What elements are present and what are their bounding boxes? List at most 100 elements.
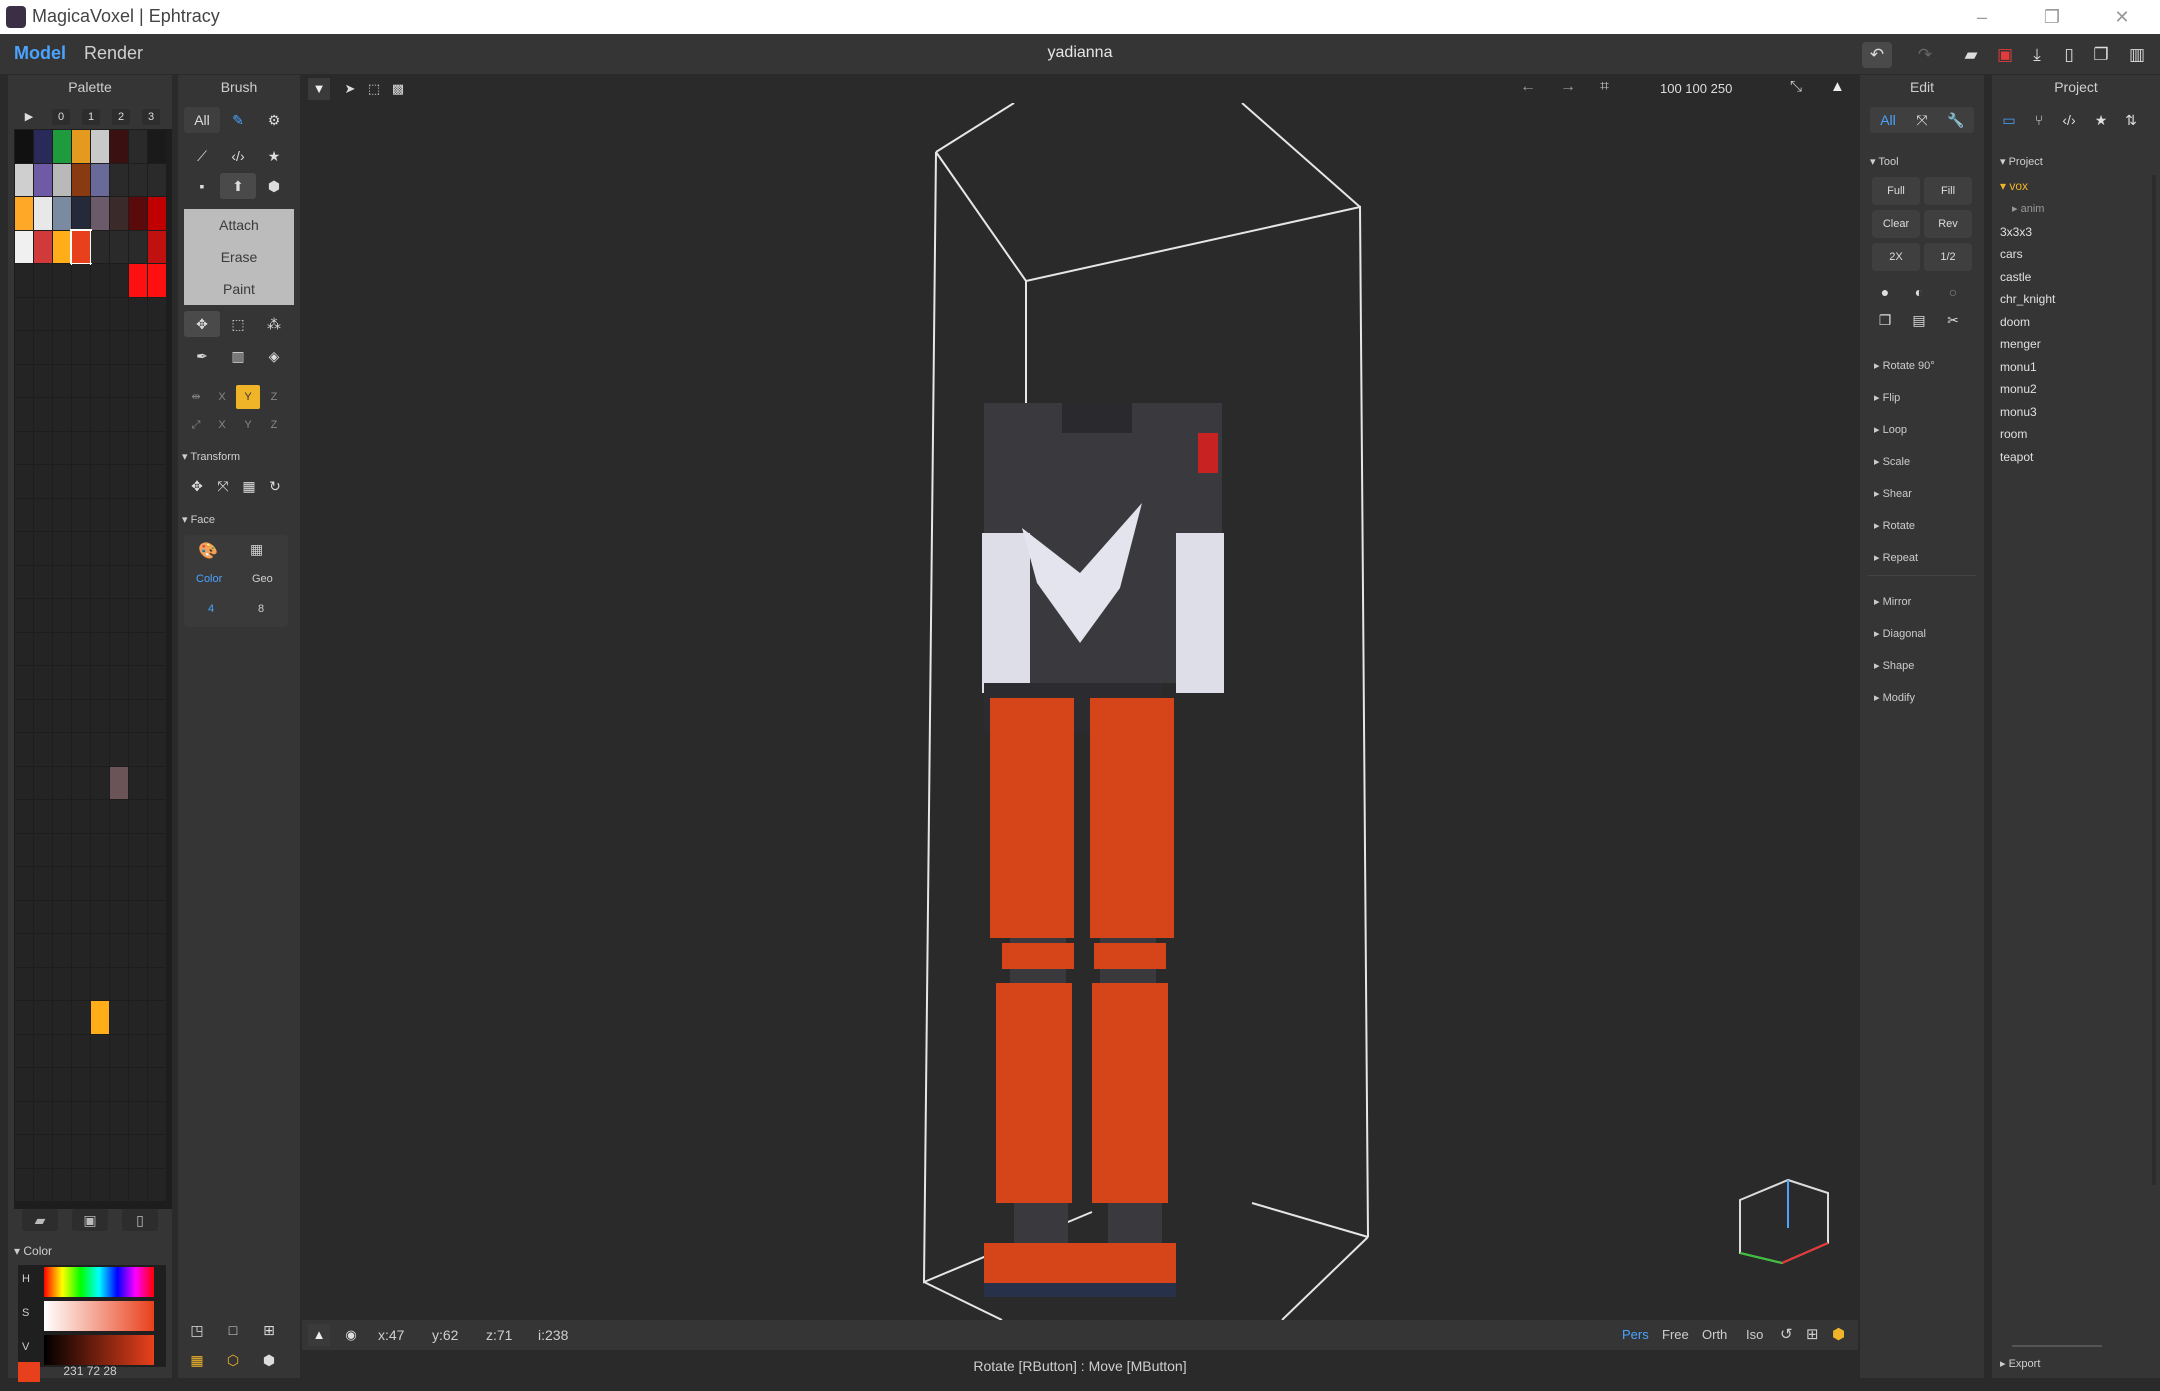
palette-swatch[interactable] [15,130,33,163]
palette-swatch[interactable] [15,1168,33,1201]
face-color-option[interactable]: Color [196,573,222,585]
palette-swatch[interactable] [15,900,33,933]
palette-swatch[interactable] [34,1068,52,1101]
palette-swatch[interactable] [15,599,33,632]
palette-page-0[interactable]: 0 [52,109,70,125]
palette-swatch[interactable] [15,867,33,900]
palette-swatch[interactable] [53,498,71,531]
file-item[interactable]: room [2000,427,2027,441]
palette-swatch[interactable] [72,297,90,330]
palette-swatch[interactable] [72,431,90,464]
palette-swatch[interactable] [53,163,71,196]
palette-swatch[interactable] [148,532,166,565]
axis-lock-icon[interactable]: ⤢ [184,413,208,437]
palette-swatch[interactable] [34,565,52,598]
model-dimensions[interactable]: 100 100 250 [1660,81,1732,96]
attach-mode-button[interactable]: Attach [184,209,294,241]
palette-swatch[interactable] [148,1001,166,1034]
palette-swatch[interactable] [72,565,90,598]
palette-swatch[interactable] [53,532,71,565]
palette-swatch[interactable] [91,297,109,330]
brush-settings-icon[interactable]: ⚙ [256,107,292,133]
palette-swatch[interactable] [148,833,166,866]
palette-swatch[interactable] [129,766,147,799]
palette-swatch[interactable] [148,431,166,464]
palette-swatch[interactable] [129,465,147,498]
palette-swatch[interactable] [34,398,52,431]
palette-swatch[interactable] [34,331,52,364]
palette-swatch[interactable] [34,1034,52,1067]
transform-scale-icon[interactable]: ⤧ [210,473,236,499]
mirror-z-toggle[interactable]: Z [262,385,286,409]
palette-swatch[interactable] [91,230,109,263]
file-item[interactable]: monu1 [2000,360,2037,374]
palette-swatch[interactable] [129,565,147,598]
palette-swatch[interactable] [148,766,166,799]
palette-swatch[interactable] [72,130,90,163]
palette-swatch[interactable] [91,130,109,163]
diagonal-item[interactable]: ▸ Diagonal [1874,627,1926,640]
palette-swatch[interactable] [53,800,71,833]
scale-item[interactable]: ▸ Scale [1874,455,1910,468]
save-icon[interactable]: ▣ [1990,42,2020,68]
palette-swatch[interactable] [53,565,71,598]
palette-swatch[interactable] [53,900,71,933]
palette-swatch[interactable] [129,1001,147,1034]
tool-section-header[interactable]: ▾ Tool [1870,155,1899,168]
palette-swatch[interactable] [110,565,128,598]
palette-swatch[interactable] [148,264,166,297]
palette-swatch[interactable] [72,833,90,866]
palette-swatch[interactable] [34,498,52,531]
palette-swatch[interactable] [34,364,52,397]
palette-save-icon[interactable]: ▣ [72,1209,108,1231]
palette-swatch[interactable] [110,197,128,230]
palette-swatch[interactable] [129,800,147,833]
folder-vox[interactable]: ▾ vox [2000,179,2028,193]
palette-swatch[interactable] [110,498,128,531]
palette-swatch[interactable] [34,599,52,632]
palette-open-icon[interactable]: ▰ [22,1209,58,1231]
pointer-icon[interactable]: ➤ [340,78,360,100]
palette-swatch[interactable] [91,867,109,900]
view-iso[interactable]: Iso [1746,1327,1763,1342]
palette-swatch[interactable] [148,867,166,900]
camera-icon[interactable]: ◉ [340,1324,362,1346]
palette-swatch[interactable] [34,1168,52,1201]
palette-swatch[interactable] [91,197,109,230]
palette-swatch[interactable] [15,1001,33,1034]
palette-swatch[interactable] [110,733,128,766]
palette-swatch[interactable] [72,1068,90,1101]
palette-swatch[interactable] [129,833,147,866]
transform-rotate-icon[interactable]: ↻ [262,473,288,499]
box-brush-icon[interactable]: ⬢ [256,173,292,199]
palette-swatch[interactable] [15,264,33,297]
palette-swatch[interactable] [129,498,147,531]
palette-swatch[interactable] [53,297,71,330]
palette-swatch[interactable] [110,130,128,163]
shape-item[interactable]: ▸ Shape [1874,659,1914,672]
tree-icon[interactable]: ⑂ [2024,107,2054,133]
palette-swatch[interactable] [148,900,166,933]
palette-swatch[interactable] [72,967,90,1000]
palette-swatch[interactable] [70,228,92,265]
edit-all-button[interactable]: All [1870,107,1906,133]
palette-swatch[interactable] [129,532,147,565]
palette-swatch[interactable] [53,1034,71,1067]
palette-swatch[interactable] [72,800,90,833]
palette-swatch[interactable] [15,532,33,565]
palette-swatch[interactable] [53,130,71,163]
palette-swatch[interactable] [148,1101,166,1134]
palette-swatch[interactable] [15,1135,33,1168]
palette-swatch[interactable] [53,599,71,632]
face-section-header[interactable]: ▾ Face [182,513,215,526]
empty-sphere-icon[interactable]: ○ [1938,279,1968,305]
palette-swatch[interactable] [72,699,90,732]
palette-swatch[interactable] [148,934,166,967]
palette-swatch[interactable] [91,264,109,297]
erase-mode-button[interactable]: Erase [184,241,294,273]
palette-swatch[interactable] [15,498,33,531]
palette-swatch[interactable] [72,1001,90,1034]
palette-swatch[interactable] [148,733,166,766]
palette-swatch[interactable] [110,967,128,1000]
palette-swatch[interactable] [129,264,147,297]
